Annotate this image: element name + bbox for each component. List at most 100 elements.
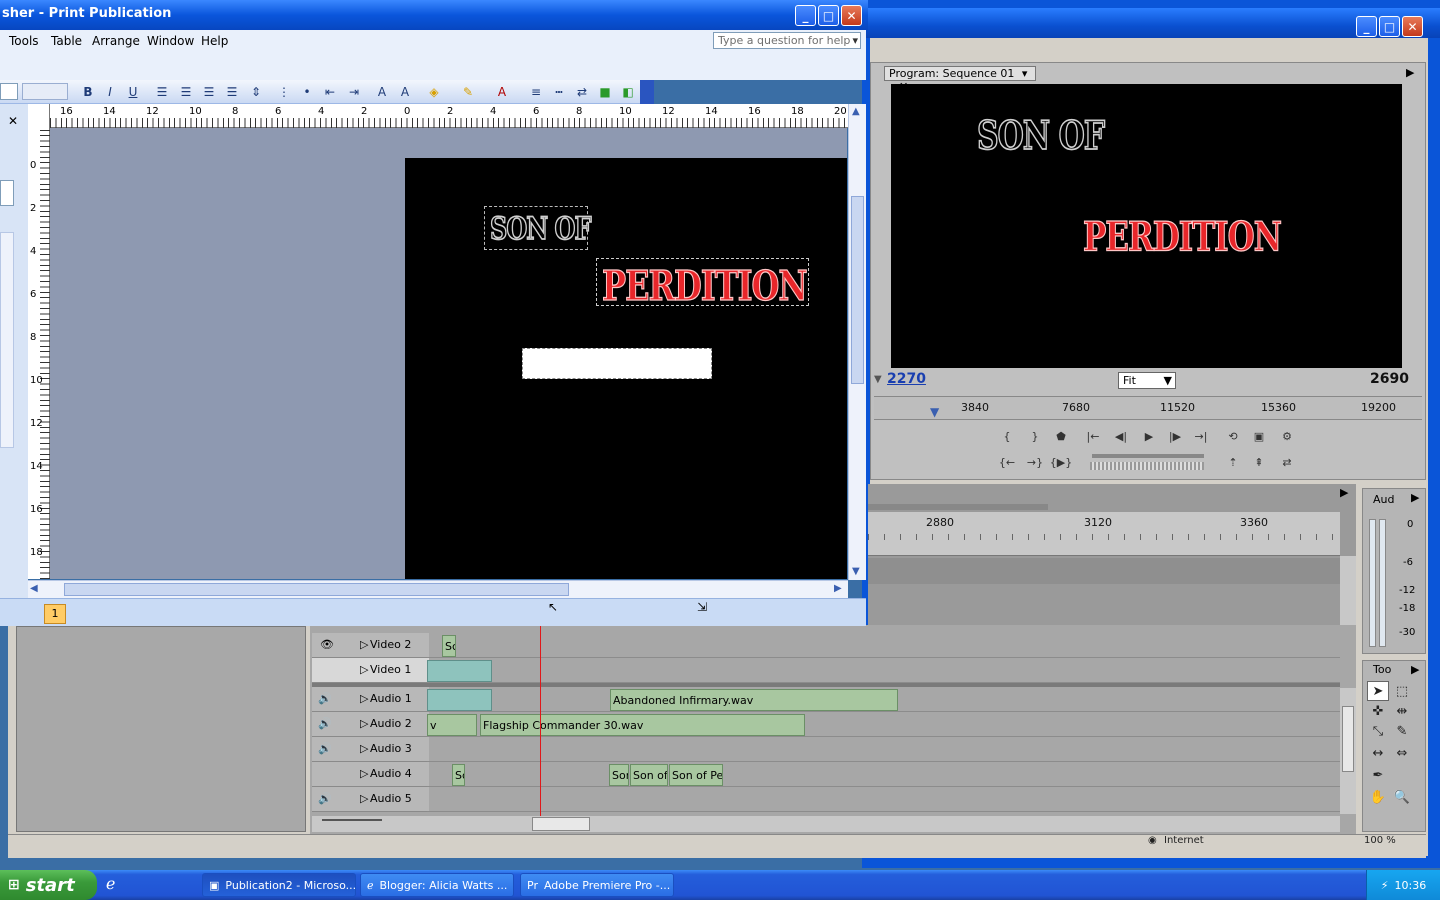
fill-color-icon[interactable]: ◈ [424, 82, 444, 102]
playhead-marker-icon[interactable]: ▼ [930, 405, 939, 419]
timeline-hscroll[interactable] [312, 816, 1340, 832]
increase-indent-icon[interactable]: ⇥ [344, 82, 364, 102]
clip-audio1-abandoned-infirmary[interactable]: Abandoned Infirmary.wav [610, 689, 898, 711]
zoom-select[interactable]: Fit ▼ [1118, 372, 1176, 389]
publication-hscroll[interactable]: ◀ ▶ [28, 580, 848, 598]
publisher-maximize-button[interactable]: □ [818, 5, 839, 26]
bullets-icon[interactable]: • [297, 82, 317, 102]
go-to-previous-edit-icon[interactable]: {← [996, 452, 1018, 472]
3d-style-icon[interactable]: ◧ [618, 82, 638, 102]
justify-icon[interactable]: ☰ [222, 82, 242, 102]
timeline-menu-icon[interactable]: ▶ [1340, 486, 1348, 499]
scroll-right-icon[interactable]: ▶ [834, 583, 842, 594]
publication-vscroll-thumb[interactable] [851, 196, 864, 384]
razor-tool-icon[interactable]: ✎ [1391, 721, 1413, 741]
go-to-out-icon[interactable]: →| [1190, 426, 1212, 446]
ie-quicklaunch-icon[interactable]: ℯ [106, 874, 115, 893]
lift-icon[interactable]: ⇡ [1222, 452, 1244, 472]
italic-icon[interactable]: I [100, 82, 120, 102]
program-tab[interactable]: Program: Sequence 01 ▾ ✕ [884, 66, 1036, 93]
arrow-style-icon[interactable]: ⇄ [572, 82, 592, 102]
timeline-playhead[interactable] [540, 626, 541, 816]
track-header-audio1[interactable]: 🔊 ▷ Audio 1 [312, 687, 429, 712]
align-center-icon[interactable]: ☰ [176, 82, 196, 102]
close-icon[interactable]: ✕ [8, 114, 18, 128]
pen-tool-icon[interactable]: ✒ [1367, 765, 1389, 785]
dash-style-icon[interactable]: ┅ [549, 82, 569, 102]
expand-icon[interactable]: ▷ [360, 687, 368, 711]
expand-icon[interactable]: ▷ [360, 633, 368, 657]
ripple-edit-tool-icon[interactable]: ✜ [1367, 701, 1389, 721]
tools-tab[interactable]: Too [1373, 663, 1391, 676]
eye-icon[interactable]: 👁 [320, 633, 334, 657]
expand-icon[interactable]: ▷ [360, 658, 368, 682]
jog-wheel[interactable] [1090, 462, 1204, 470]
go-to-next-edit-icon[interactable]: →} [1024, 452, 1046, 472]
slip-tool-icon[interactable]: ↔ [1367, 743, 1389, 763]
decrease-indent-icon[interactable]: ⇤ [320, 82, 340, 102]
vertical-ruler[interactable]: 0 2 4 6 8 10 12 14 16 18 [28, 128, 50, 579]
line-spacing-icon[interactable]: ⇕ [246, 82, 266, 102]
selection-tool-icon[interactable]: ➤ [1367, 681, 1389, 701]
increase-font-icon[interactable]: A [395, 82, 415, 102]
underline-icon[interactable]: U [123, 82, 143, 102]
align-left-icon[interactable]: ☰ [152, 82, 172, 102]
align-right-icon[interactable]: ☰ [199, 82, 219, 102]
publication-vscroll[interactable]: ▲ ▼ [848, 104, 866, 580]
expand-icon[interactable]: ▷ [360, 762, 368, 786]
chevron-down-icon[interactable]: ▾ [852, 33, 858, 48]
track-header-video1[interactable]: ▷ Video 1 [312, 658, 429, 683]
program-time-ruler[interactable]: 3840 7680 11520 15360 19200 ▼ [874, 396, 1422, 420]
clip-audio4-c[interactable]: Son of [630, 764, 668, 786]
play-in-to-out-icon[interactable]: {▶} [1050, 452, 1072, 472]
line-style-icon[interactable]: ≡ [526, 82, 546, 102]
premiere-maximize-button[interactable]: □ [1379, 16, 1400, 37]
expand-icon[interactable]: ▷ [360, 737, 368, 761]
scroll-left-icon[interactable]: ◀ [30, 583, 38, 594]
current-timecode[interactable]: 2270 [887, 371, 926, 387]
mark-out-icon[interactable]: } [1024, 426, 1046, 446]
tray-notification-icon[interactable]: ⚡ [1381, 879, 1389, 892]
track-header-audio4[interactable]: ▷ Audio 4 [312, 762, 429, 787]
speaker-icon[interactable]: 🔊 [318, 787, 332, 811]
slide-tool-icon[interactable]: ⇔ [1391, 743, 1413, 763]
clock[interactable]: 10:36 [1395, 879, 1427, 892]
publication-page[interactable]: SON OF PERDITION [405, 158, 847, 579]
timeline-vscroll-thumb[interactable] [1342, 706, 1354, 772]
task-pane-control[interactable] [0, 180, 14, 206]
task-blogger[interactable]: ℯ Blogger: Alicia Watts ... [360, 873, 514, 897]
expand-icon[interactable]: ▷ [360, 712, 368, 736]
publisher-minimize-button[interactable]: _ [795, 5, 816, 26]
timeline-hscroll-thumb[interactable] [532, 817, 590, 831]
clip-video1[interactable] [427, 660, 492, 682]
toolbar-options-icon[interactable] [640, 80, 654, 104]
menu-arrange[interactable]: Arrange [85, 31, 147, 51]
track-header-audio2[interactable]: 🔊 ▷ Audio 2 [312, 712, 429, 737]
trim-icon[interactable]: ⇄ [1276, 452, 1298, 472]
track-header-audio3[interactable]: 🔊 ▷ Audio 3 [312, 737, 429, 762]
panel-menu-icon[interactable]: ▶ [1406, 66, 1414, 79]
clip-audio4-d[interactable]: Son of Per [669, 764, 723, 786]
clip-video2[interactable]: Sc [442, 635, 456, 657]
font-color-icon[interactable]: A [492, 82, 512, 102]
publisher-close-button[interactable]: ✕ [841, 5, 862, 26]
safe-margins-icon[interactable]: ▣ [1248, 426, 1270, 446]
line-color-icon[interactable]: ✎ [458, 82, 478, 102]
clip-audio1-a[interactable] [427, 689, 492, 711]
ruler-corner[interactable] [28, 104, 50, 128]
decrease-font-icon[interactable]: A [372, 82, 392, 102]
clip-audio2-a[interactable]: v [427, 714, 477, 736]
extract-icon[interactable]: ⇞ [1248, 452, 1270, 472]
track-select-tool-icon[interactable]: ⬚ [1391, 681, 1413, 701]
play-icon[interactable]: ▶ [1138, 426, 1160, 446]
numbering-icon[interactable]: ⋮ [274, 82, 294, 102]
empty-textbox[interactable] [522, 348, 712, 379]
track-header-video2[interactable]: 👁 ▷ Video 2 [312, 633, 429, 658]
start-button[interactable]: ⊞ start [0, 870, 97, 900]
premiere-close-button[interactable]: ✕ [1402, 16, 1423, 37]
loop-icon[interactable]: ⟲ [1222, 426, 1244, 446]
rolling-edit-tool-icon[interactable]: ⇹ [1391, 701, 1413, 721]
scroll-up-icon[interactable]: ▲ [852, 106, 860, 117]
textbox-perdition[interactable]: PERDITION [596, 258, 809, 311]
timeline-zoom-bar[interactable] [868, 504, 1048, 510]
